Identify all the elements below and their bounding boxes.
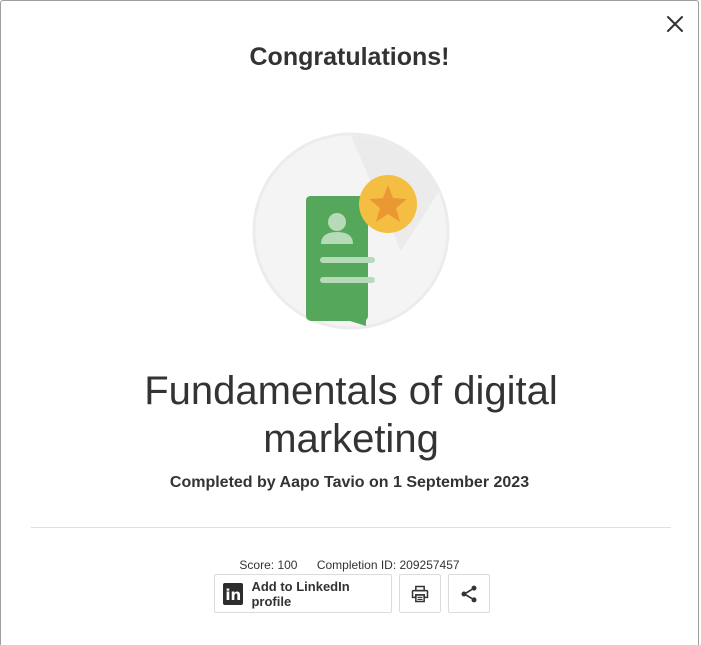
print-button[interactable] xyxy=(399,574,441,613)
course-title: Fundamentals of digital marketing xyxy=(144,369,558,461)
score-text: Score: 100 xyxy=(239,558,298,572)
add-to-linkedin-button[interactable]: in Add to LinkedIn profile xyxy=(214,574,392,613)
linkedin-icon: in xyxy=(223,582,244,605)
close-icon[interactable] xyxy=(664,13,686,35)
completion-info: Completed by Aapo Tavio on 1 September 2… xyxy=(169,474,530,491)
print-icon xyxy=(411,585,429,602)
linkedin-button-label: Add to LinkedIn profile xyxy=(251,578,350,609)
divider xyxy=(31,527,671,528)
completion-id-text: Completion ID: 209257457 xyxy=(316,558,460,572)
actions-bar: in Add to LinkedIn profile xyxy=(214,574,490,613)
share-button[interactable] xyxy=(448,574,490,613)
share-icon xyxy=(461,585,477,602)
certificate-meta: Score: 100 Completion ID: 209257457 xyxy=(1,558,698,572)
certificate-dialog: Congratulations! Fundamentals of digital… xyxy=(0,0,699,645)
certificate-badge-icon xyxy=(252,132,450,330)
congratulations-heading: Congratulations! xyxy=(249,43,450,71)
